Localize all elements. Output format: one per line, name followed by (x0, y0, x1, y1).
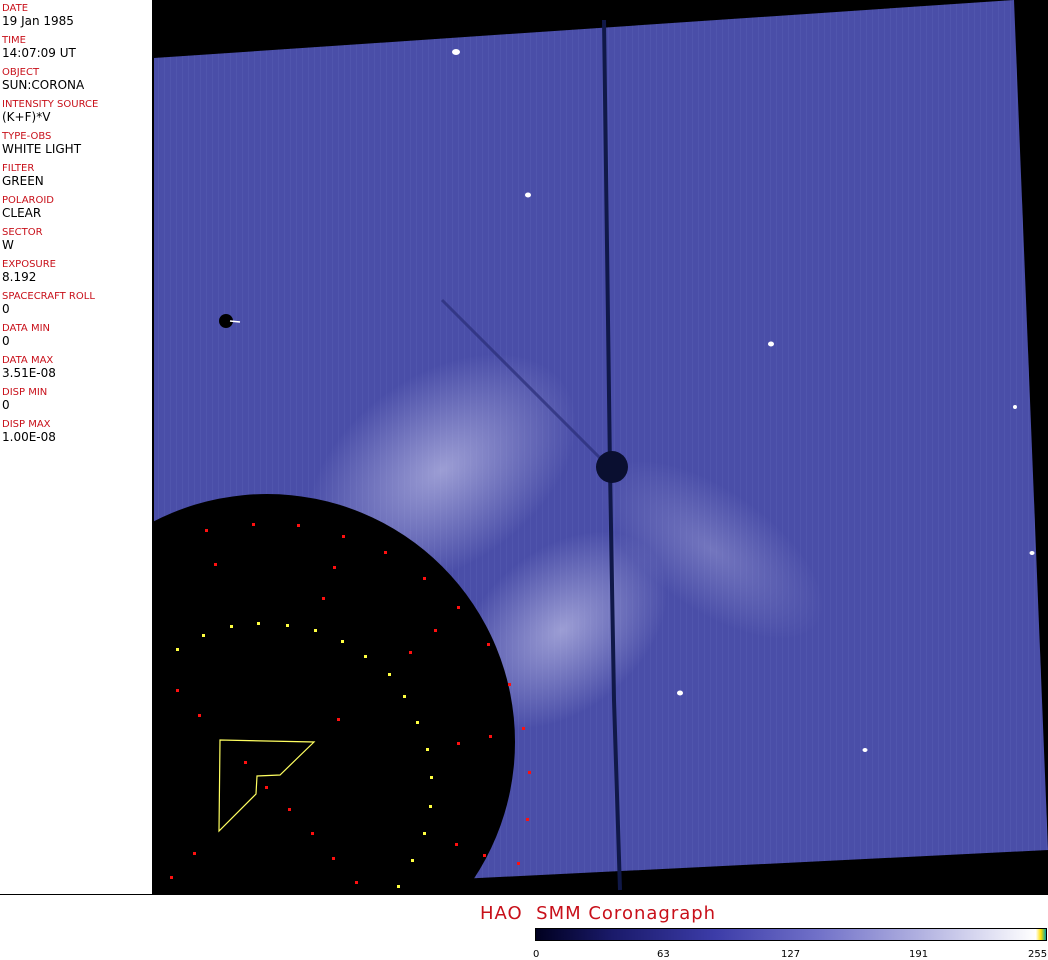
metadata-label: DATA MAX (2, 355, 54, 366)
metadata-field: EXPOSURE 8.192 (2, 259, 56, 284)
metadata-label: DISP MIN (2, 387, 48, 398)
metadata-label: FILTER (2, 163, 35, 174)
metadata-label: SPACECRAFT ROLL (2, 291, 95, 302)
pylon-shadow (596, 451, 628, 483)
instrument-title: HAO SMM Coronagraph (480, 903, 717, 924)
metadata-field: POLAROID CLEAR (2, 195, 54, 220)
metadata-value: WHITE LIGHT (2, 142, 82, 156)
metadata-value: 8.192 (2, 270, 37, 284)
metadata-field: OBJECT SUN:CORONA (2, 67, 84, 92)
metadata-field: DATA MIN 0 (2, 323, 50, 348)
metadata-label: OBJECT (2, 67, 40, 78)
metadata-label: DATE (2, 3, 29, 14)
metadata-value: 14:07:09 UT (2, 46, 76, 60)
metadata-field: SECTOR W (2, 227, 43, 252)
metadata-field: DATA MAX 3.51E-08 (2, 355, 56, 380)
metadata-value: 0 (2, 334, 10, 348)
metadata-field: FILTER GREEN (2, 163, 44, 188)
metadata-field: TIME 14:07:09 UT (2, 35, 76, 60)
metadata-value: (K+F)*V (2, 110, 51, 124)
coronagraph-svg (152, 0, 1048, 894)
colorbar-tick-63: 63 (657, 949, 670, 960)
colorbar-tick-255: 255 (1028, 949, 1048, 960)
metadata-label: INTENSITY SOURCE (2, 99, 99, 110)
colorbar (535, 928, 1047, 941)
metadata-value: GREEN (2, 174, 44, 188)
colorbar-tick-127: 127 (781, 949, 801, 960)
metadata-value: 3.51E-08 (2, 366, 56, 380)
metadata-sidebar: DATE 19 Jan 1985 TIME 14:07:09 UT OBJECT SUN:… (0, 0, 152, 894)
metadata-label: TIME (2, 35, 27, 46)
colorbar-tick-191: 191 (909, 949, 929, 960)
metadata-value: 1.00E-08 (2, 430, 56, 444)
metadata-field: TYPE-OBS WHITE LIGHT (2, 131, 81, 156)
metadata-label: EXPOSURE (2, 259, 57, 270)
metadata-value: 19 Jan 1985 (2, 14, 74, 28)
colorbar-tick-0: 0 (533, 949, 540, 960)
frame-border (152, 0, 153, 894)
coronagraph-image (152, 0, 1048, 894)
metadata-value: W (2, 238, 14, 252)
metadata-field: DATE 19 Jan 1985 (2, 3, 74, 28)
metadata-field: DISP MAX 1.00E-08 (2, 419, 56, 444)
metadata-label: DATA MIN (2, 323, 50, 334)
metadata-label: DISP MAX (2, 419, 51, 430)
metadata-label: TYPE-OBS (2, 131, 52, 142)
metadata-field: SPACECRAFT ROLL 0 (2, 291, 95, 316)
metadata-label: SECTOR (2, 227, 43, 238)
metadata-field: INTENSITY SOURCE (K+F)*V (2, 99, 98, 124)
metadata-value: SUN:CORONA (2, 78, 85, 92)
metadata-value: CLEAR (2, 206, 42, 220)
metadata-value: 0 (2, 302, 10, 316)
metadata-label: POLAROID (2, 195, 55, 206)
metadata-value: 0 (2, 398, 10, 412)
metadata-field: DISP MIN 0 (2, 387, 47, 412)
frame-bottom-border (0, 894, 1048, 895)
